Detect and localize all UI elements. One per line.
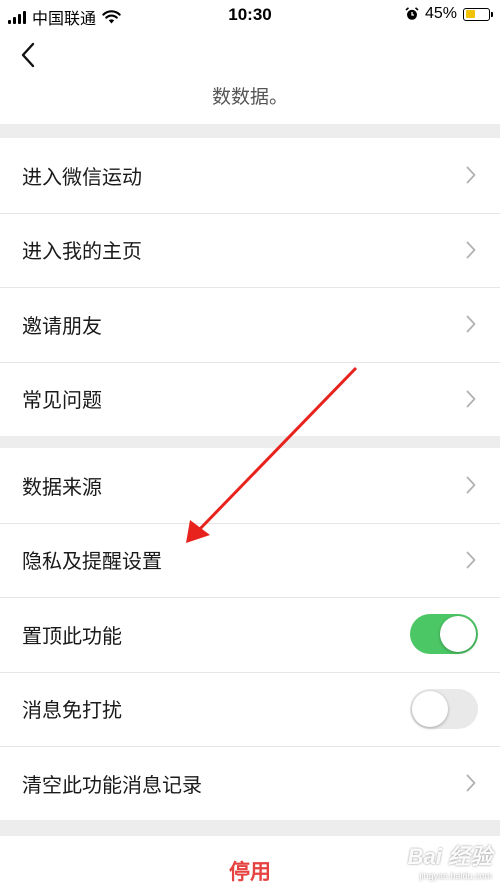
status-bar-right: 45%: [405, 5, 493, 23]
chevron-right-icon: [466, 166, 476, 184]
chevron-right-icon: [466, 390, 476, 408]
section-divider: [0, 820, 500, 836]
menu-row-label: 邀请朋友: [22, 313, 102, 338]
battery-fill: [465, 10, 476, 18]
battery-icon: [463, 7, 493, 21]
baidu-watermark: Bai 经验 jingyan.baidu.com: [408, 839, 492, 881]
chevron-right-icon: [466, 315, 476, 333]
menu-row[interactable]: 消息免打扰: [0, 671, 500, 747]
disable-button[interactable]: 停用: [229, 856, 271, 886]
menu-row[interactable]: 置顶此功能: [0, 597, 500, 672]
chevron-right-icon: [466, 551, 476, 569]
menu-row[interactable]: 进入微信运动: [0, 138, 500, 213]
menu-row[interactable]: 隐私及提醒设置: [0, 522, 500, 598]
menu-row[interactable]: 数据来源: [0, 448, 500, 523]
menu-row[interactable]: 邀请朋友: [0, 287, 500, 362]
section-divider: [0, 436, 500, 448]
menu-row-label: 常见问题: [22, 388, 102, 413]
chevron-right-icon: [466, 774, 476, 792]
menu-row-label: 进入微信运动: [22, 164, 142, 189]
menu-row-label: 数据来源: [22, 474, 102, 499]
menu-row-label: 消息免打扰: [22, 698, 122, 723]
menu-row-label: 进入我的主页: [22, 239, 142, 264]
chevron-right-icon: [466, 241, 476, 259]
menu-row-label: 隐私及提醒设置: [22, 549, 162, 574]
watermark-url: jingyan.baidu.com: [419, 871, 492, 881]
menu-row-label: 置顶此功能: [22, 623, 122, 648]
menu-row[interactable]: 清空此功能消息记录: [0, 746, 500, 821]
menu-group-main: 进入微信运动 进入我的主页 邀请朋友常见问题: [0, 138, 500, 436]
menu-group-settings: 数据来源隐私及提醒设置 置顶此功能消息免打扰清空此功能消息记录: [0, 448, 500, 821]
section-divider: [0, 124, 500, 138]
menu-row-label: 清空此功能消息记录: [22, 772, 202, 797]
back-button[interactable]: [18, 40, 42, 70]
menu-row[interactable]: 常见问题: [0, 361, 500, 437]
chevron-right-icon: [466, 476, 476, 494]
menu-row[interactable]: 进入我的主页: [0, 212, 500, 288]
toggle-switch[interactable]: [410, 614, 478, 655]
alarm-clock-icon: [405, 7, 419, 20]
battery-percent: 45%: [424, 5, 457, 22]
status-bar: 中国联通 10:30 45%: [0, 0, 500, 30]
toggle-knob: [412, 690, 448, 727]
page-subtitle: 数数据。: [211, 86, 288, 108]
watermark-main: Bai 经验: [407, 844, 492, 869]
toggle-switch[interactable]: [410, 688, 478, 729]
toggle-knob: [440, 616, 476, 653]
